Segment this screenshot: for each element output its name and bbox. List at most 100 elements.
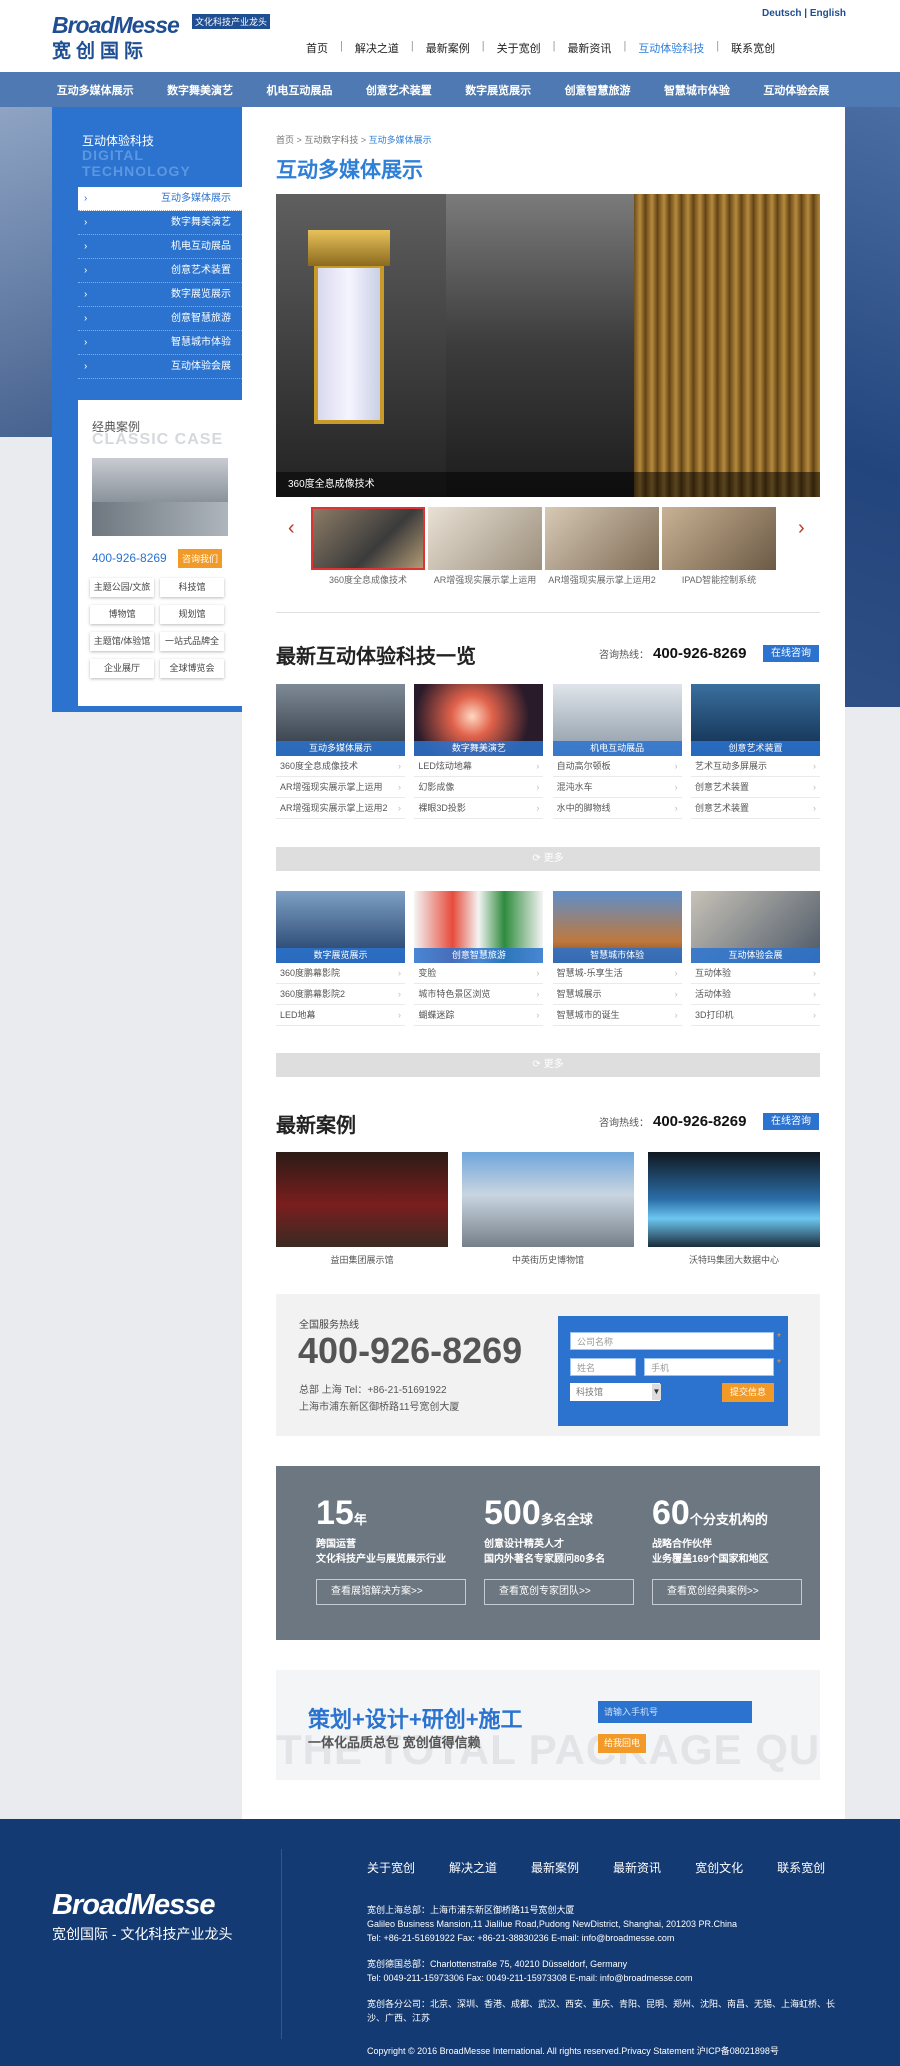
sidebar-item-interactive-multimedia[interactable]: 互动多媒体展示	[78, 187, 242, 211]
site-logo[interactable]: BroadMesse 宽创国际 文化科技产业龙头	[52, 12, 271, 63]
list-item[interactable]: 360度鹏幕影院	[276, 963, 405, 984]
hero-slideshow[interactable]: 360度全息成像技术	[276, 194, 820, 497]
list-item[interactable]: 蝴蝶迷踪	[414, 1005, 544, 1026]
footer-nav-cases[interactable]: 最新案例	[531, 1859, 579, 1876]
case-item[interactable]: 沃特玛集团大数据中心	[648, 1152, 820, 1266]
sidebar-item-smart-city[interactable]: 智慧城市体验	[78, 331, 242, 355]
list-item[interactable]: 自动高尔顿板	[552, 756, 682, 777]
name-input[interactable]: 姓名	[570, 1358, 636, 1376]
footer-nav-culture[interactable]: 宽创文化	[695, 1859, 743, 1876]
cat-electromechanical[interactable]: 机电互动展品	[266, 82, 332, 98]
list-item[interactable]: AR增强现实展示掌上运用	[276, 777, 405, 798]
nav-about[interactable]: 关于宽创	[485, 40, 553, 56]
sidebar-item-digital-stage[interactable]: 数字舞美演艺	[78, 211, 242, 235]
nav-home[interactable]: 首页	[294, 40, 340, 56]
category-card-image[interactable]: 智慧城市体验	[552, 891, 682, 963]
breadcrumb-level2[interactable]: 互动数字科技	[304, 135, 358, 145]
view-team-button[interactable]: 查看宽创专家团队>>	[484, 1579, 634, 1605]
thumbnail-item[interactable]: AR增强现实展示掌上运用2	[545, 507, 659, 587]
list-item[interactable]: LED地幕	[276, 1005, 405, 1026]
nav-solutions[interactable]: 解决之道	[343, 40, 411, 56]
list-item[interactable]: 智慧城市的诞生	[552, 1005, 682, 1026]
list-item[interactable]: 智慧城展示	[552, 984, 682, 1005]
view-cases-button[interactable]: 查看宽创经典案例>>	[652, 1579, 802, 1605]
thumbnail-item[interactable]: AR增强现实展示掌上运用	[428, 507, 542, 587]
category-card-image[interactable]: 互动多媒体展示	[276, 684, 405, 756]
category-card-image[interactable]: 创意艺术装置	[690, 684, 820, 756]
more-button[interactable]: ⟳ 更多	[276, 847, 820, 871]
list-item[interactable]: 360度鹏幕影院2	[276, 984, 405, 1005]
category-card-image[interactable]: 数字舞美演艺	[414, 684, 544, 756]
lang-english-link[interactable]: English	[810, 8, 846, 19]
cat-interactive-expo[interactable]: 互动体验会展	[763, 82, 829, 98]
case-tag[interactable]: 博物馆	[90, 605, 154, 624]
lang-deutsch-link[interactable]: Deutsch	[762, 8, 801, 19]
sidebar-item-electromechanical[interactable]: 机电互动展品	[78, 235, 242, 259]
nav-news[interactable]: 最新资讯	[555, 40, 623, 56]
case-tag[interactable]: 主题馆/体验馆	[90, 632, 154, 651]
list-item[interactable]: LED炫动地幕	[414, 756, 544, 777]
call-me-back-button[interactable]: 给我回电	[598, 1734, 646, 1753]
nav-contact[interactable]: 联系宽创	[719, 40, 787, 56]
case-tag[interactable]: 全球博览会	[160, 659, 224, 678]
footer-logo[interactable]: BroadMesse 宽创国际 - 文化科技产业龙头	[52, 1889, 232, 1944]
category-card-image[interactable]: 互动体验会展	[690, 891, 820, 963]
cat-digital-exhibition[interactable]: 数字展览展示	[465, 82, 531, 98]
list-item[interactable]: 3D打印机	[690, 1005, 820, 1026]
thumbnail-item[interactable]: IPAD智能控制系统	[662, 507, 776, 587]
cat-digital-stage[interactable]: 数字舞美演艺	[167, 82, 233, 98]
category-card-image[interactable]: 机电互动展品	[552, 684, 682, 756]
footer-nav-news[interactable]: 最新资讯	[613, 1859, 661, 1876]
cat-smart-tourism[interactable]: 创意智慧旅游	[565, 82, 631, 98]
company-name-input[interactable]: 公司名称	[570, 1332, 774, 1350]
phone-number-input[interactable]: 请输入手机号	[598, 1701, 752, 1723]
case-tag[interactable]: 一站式品牌全	[160, 632, 224, 651]
case-tag[interactable]: 企业展厅	[90, 659, 154, 678]
cat-interactive-multimedia[interactable]: 互动多媒体展示	[57, 82, 134, 98]
list-item[interactable]: 裸眼3D投影	[414, 798, 544, 819]
submit-button[interactable]: 提交信息	[722, 1383, 774, 1402]
sidebar-item-interactive-expo[interactable]: 互动体验会展	[78, 355, 242, 379]
online-consult-button[interactable]: 在线咨询	[763, 1113, 819, 1130]
consult-us-button[interactable]: 咨询我们	[178, 549, 223, 568]
list-item[interactable]: 智慧城-乐享生活	[552, 963, 682, 984]
list-item[interactable]: 360度全息成像技术	[276, 756, 405, 777]
online-consult-button[interactable]: 在线咨询	[763, 645, 819, 662]
sidebar-item-art-installation[interactable]: 创意艺术装置	[78, 259, 242, 283]
chevron-down-icon[interactable]: ▼	[652, 1384, 661, 1400]
list-item[interactable]: 创意艺术装置	[690, 798, 820, 819]
list-item[interactable]: AR增强现实展示掌上运用2	[276, 798, 405, 819]
mobile-input[interactable]: 手机	[644, 1358, 774, 1376]
cat-smart-city[interactable]: 智慧城市体验	[664, 82, 730, 98]
case-item[interactable]: 益田集团展示馆	[276, 1152, 448, 1266]
list-item[interactable]: 互动体验	[690, 963, 820, 984]
nav-interactive-tech[interactable]: 互动体验科技	[626, 40, 716, 56]
view-solutions-button[interactable]: 查看展馆解决方案>>	[316, 1579, 466, 1605]
case-tag[interactable]: 规划馆	[160, 605, 224, 624]
thumbnail-item[interactable]: 360度全息成像技术	[311, 507, 425, 587]
sidebar-item-digital-exhibition[interactable]: 数字展览展示	[78, 283, 242, 307]
list-item[interactable]: 艺术互动多屏展示	[690, 756, 820, 777]
list-item[interactable]: 变脸	[414, 963, 544, 984]
category-card-image[interactable]: 创意智慧旅游	[414, 891, 544, 963]
list-item[interactable]: 水中的脚物线	[552, 798, 682, 819]
case-item[interactable]: 中英街历史博物馆	[462, 1152, 634, 1266]
nav-cases[interactable]: 最新案例	[414, 40, 482, 56]
more-button[interactable]: ⟳ 更多	[276, 1053, 820, 1077]
list-item[interactable]: 创意艺术装置	[690, 777, 820, 798]
category-card-image[interactable]: 数字展览展示	[276, 891, 405, 963]
classic-case-image[interactable]	[92, 458, 228, 536]
sidebar-item-smart-tourism[interactable]: 创意智慧旅游	[78, 307, 242, 331]
venue-type-select[interactable]: 科技馆	[570, 1383, 660, 1401]
list-item[interactable]: 活动体验	[690, 984, 820, 1005]
breadcrumb-home[interactable]: 首页	[276, 135, 294, 145]
list-item[interactable]: 幻影成像	[414, 777, 544, 798]
footer-nav-solutions[interactable]: 解决之道	[449, 1859, 497, 1876]
footer-nav-contact[interactable]: 联系宽创	[777, 1859, 825, 1876]
list-item[interactable]: 混沌水车	[552, 777, 682, 798]
list-item[interactable]: 城市特色景区浏览	[414, 984, 544, 1005]
footer-nav-about[interactable]: 关于宽创	[367, 1859, 415, 1876]
cat-art-installation[interactable]: 创意艺术装置	[366, 82, 432, 98]
chevron-right-icon[interactable]: ›	[798, 517, 805, 540]
case-tag[interactable]: 主题公园/文旅	[90, 578, 154, 597]
